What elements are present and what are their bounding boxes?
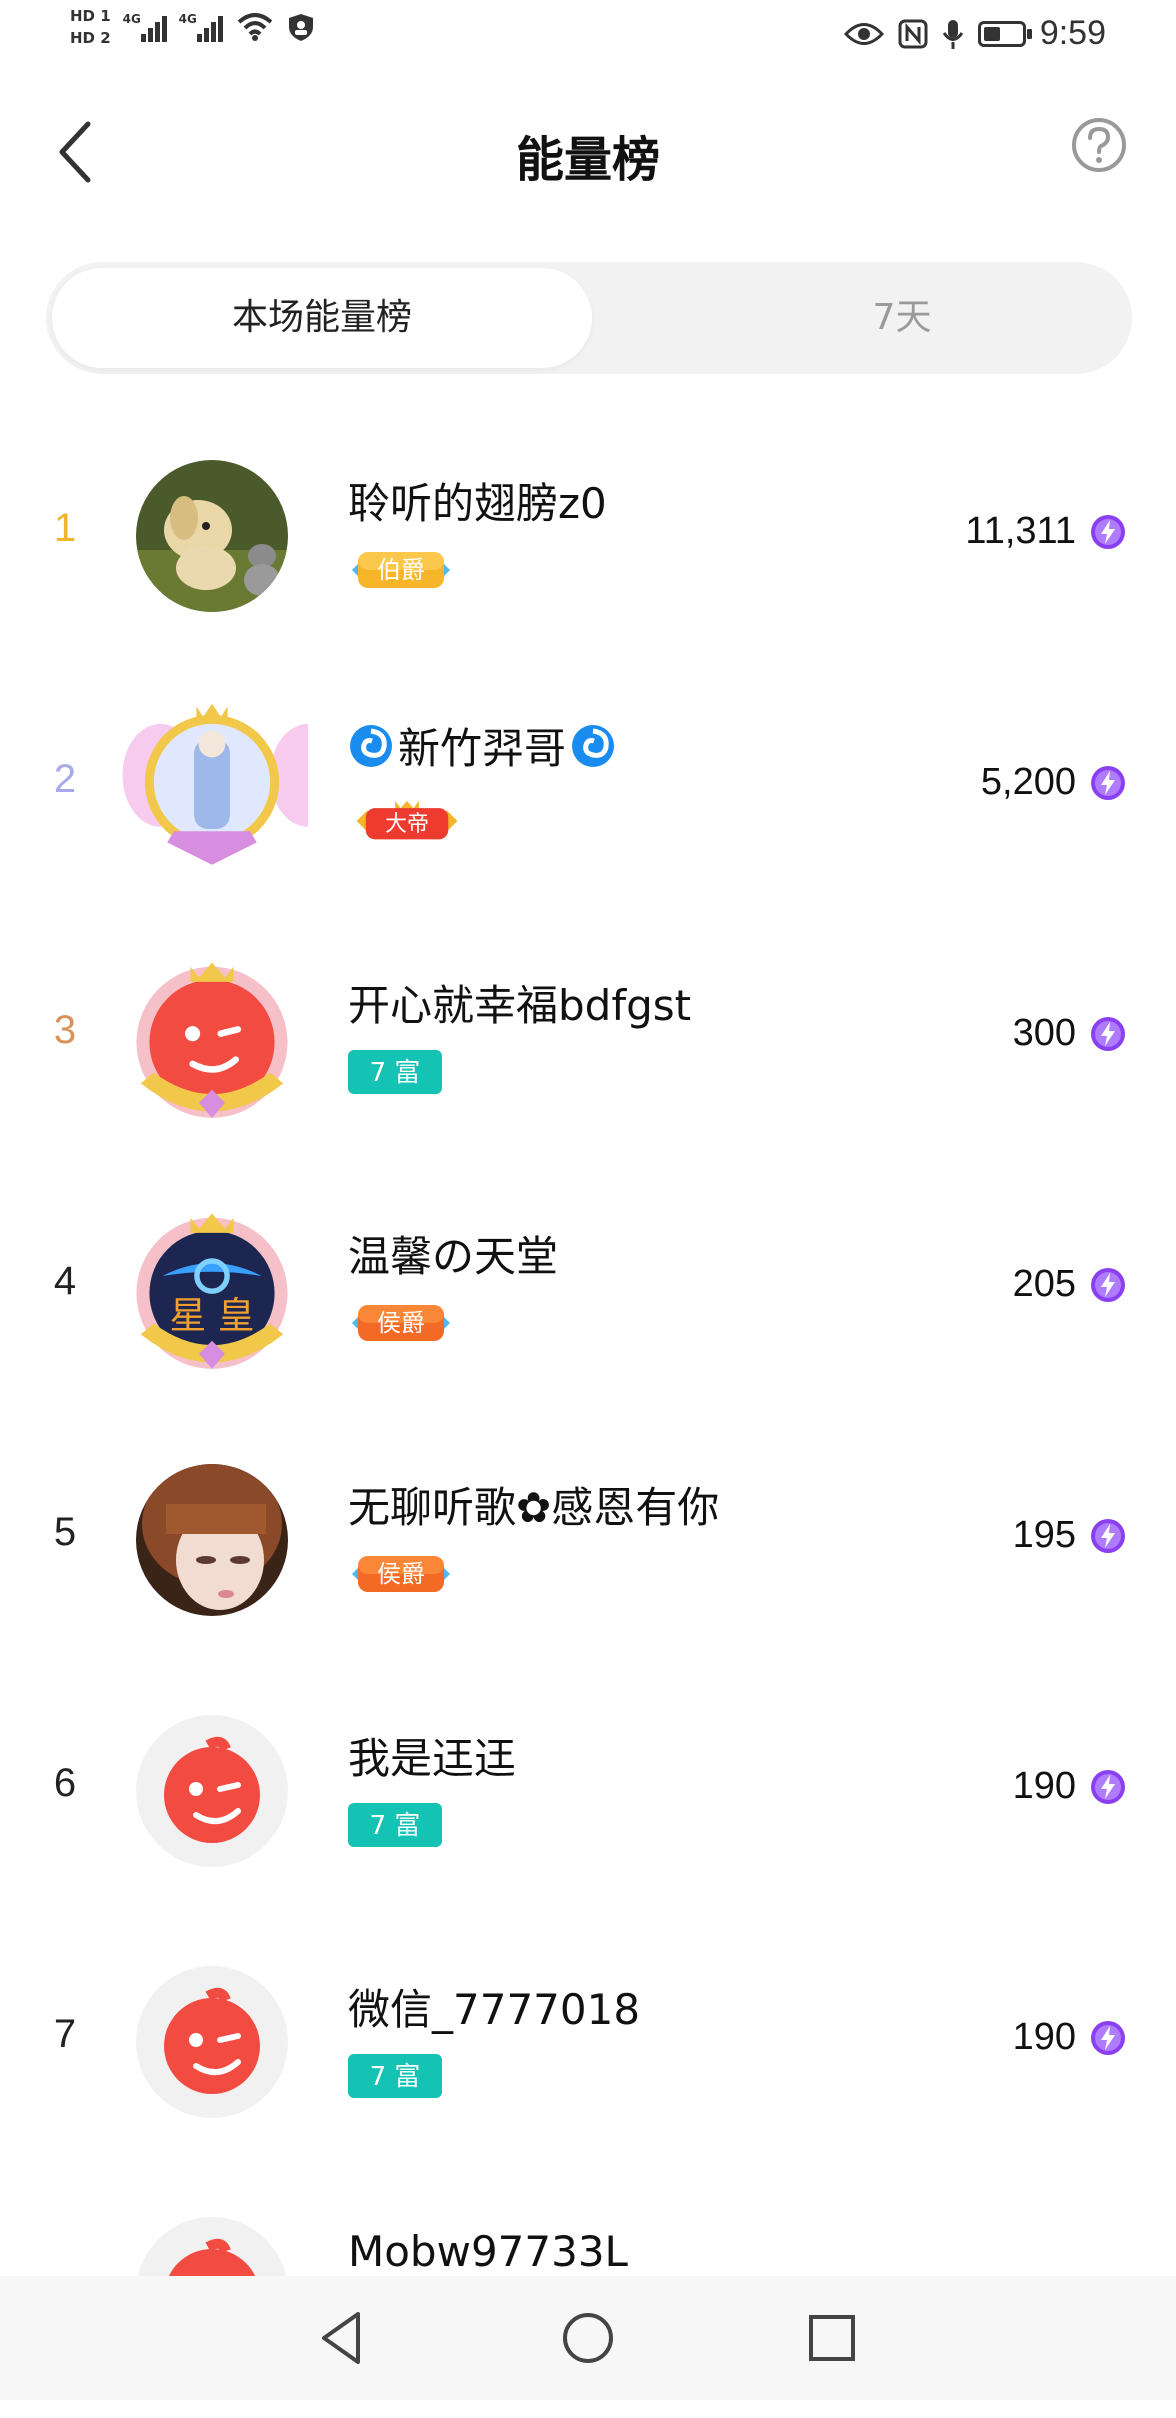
user-name: 聆听的翅膀z0 [348, 479, 607, 528]
user-name: 我是迋迋 [348, 1734, 517, 1783]
status-left: HD 1 HD 2 4G 4G [70, 8, 315, 46]
circle-home-icon [563, 2313, 613, 2363]
lightning-bolt-icon [1091, 1268, 1125, 1302]
wifi-icon [237, 13, 272, 41]
avatar[interactable] [136, 1464, 288, 1616]
rank-number: 7 [53, 2012, 77, 2056]
avatar[interactable] [136, 1715, 288, 1867]
status-bar: HD 1 HD 2 4G 4G 9:59 [0, 0, 1176, 72]
nav-home-button[interactable] [556, 2306, 620, 2370]
energy-score: 300 [1012, 1012, 1076, 1054]
rank-number: 2 [53, 757, 77, 801]
avatar[interactable] [116, 697, 308, 867]
badge-label: 大帝 [385, 812, 429, 837]
rank-badge: 伯爵 [352, 552, 450, 588]
header-bar: 能量榜 [0, 72, 1176, 224]
rank-badge: 侯爵 [352, 1556, 450, 1592]
hd-indicators: HD 1 HD 2 [70, 8, 111, 46]
rank-number: 1 [53, 506, 77, 550]
question-circle-icon [1072, 118, 1126, 172]
tab-7-days[interactable]: 7天 [632, 268, 1172, 368]
signal-icon: 4G [179, 12, 223, 42]
leaderboard-tabs: 本场能量榜 7天 [46, 262, 1132, 374]
network-type: 4G [122, 12, 141, 26]
user-name: 微信_7777018 [348, 1985, 641, 2034]
swirl-icon [350, 724, 392, 767]
nfc-icon [898, 19, 928, 48]
leaderboard-row[interactable]: 3 开心就幸福bdfgst 7 富 300 [0, 912, 1176, 1163]
lightning-bolt-icon [1091, 515, 1125, 549]
rank-badge: 大帝 [356, 800, 458, 840]
leaderboard-row[interactable]: 7 微信_7777018 7 富 190 [0, 1916, 1176, 2167]
rank-number: 3 [53, 1008, 77, 1052]
lightning-bolt-icon [1091, 766, 1125, 800]
avatar[interactable]: 星 皇 [130, 1203, 294, 1375]
help-button[interactable] [1070, 116, 1128, 174]
energy-score: 5,200 [980, 761, 1076, 803]
rank-number: 4 [53, 1259, 77, 1303]
network-type: 4G [178, 12, 197, 26]
lightning-bolt-icon [1091, 2021, 1125, 2055]
avatar[interactable] [130, 952, 294, 1124]
user-name-text: 新竹羿哥 [398, 724, 567, 773]
lightning-bolt-icon [1091, 1770, 1125, 1804]
clock: 9:59 [1039, 14, 1106, 52]
energy-score: 190 [1012, 1765, 1076, 1807]
leaderboard-row[interactable]: 5 无聊听歌✿感恩有你 侯爵 195 [0, 1414, 1176, 1665]
energy-score: 195 [1012, 1514, 1076, 1556]
badge-label: 7 富 [370, 1058, 421, 1088]
battery-level [983, 26, 1000, 41]
energy-score: 190 [1012, 2016, 1076, 2058]
lightning-bolt-icon [1091, 1017, 1125, 1051]
system-nav-bar [0, 2276, 1176, 2400]
leaderboard-row[interactable]: 4 星 皇 温馨の天堂 侯爵 205 [0, 1163, 1176, 1414]
avatar[interactable] [136, 460, 288, 612]
page-title: 能量榜 [515, 132, 660, 188]
user-name: 无聊听歌✿感恩有你 [348, 1483, 720, 1532]
leaderboard-row[interactable]: 2 新竹羿哥 大帝 5,200 [0, 661, 1176, 912]
user-name: 开心就幸福bdfgst [348, 981, 692, 1030]
shield-icon [288, 14, 313, 41]
rank-badge: 侯爵 [352, 1305, 450, 1341]
badge-label: 伯爵 [377, 556, 425, 584]
rank-badge: 7 富 [348, 2054, 442, 2098]
rank-badge: 7 富 [348, 1050, 442, 1094]
hd1-indicator: HD 1 [70, 7, 111, 25]
user-name: 新竹羿哥 [348, 715, 616, 776]
leaderboard-row[interactable]: 6 我是迋迋 7 富 190 [0, 1665, 1176, 1916]
swirl-icon [572, 724, 615, 767]
square-recent-icon [809, 2315, 855, 2361]
badge-label: 7 富 [370, 1811, 421, 1841]
triangle-back-icon [322, 2312, 360, 2364]
rank-number: 6 [53, 1761, 77, 1805]
badge-label: 7 富 [370, 2062, 421, 2092]
microphone-icon [942, 19, 964, 49]
battery-icon [977, 20, 1032, 47]
status-right: 9:59 [843, 14, 1106, 53]
nav-back-button[interactable] [310, 2306, 374, 2370]
badge-label: 侯爵 [377, 1560, 425, 1588]
tab-current-session[interactable]: 本场能量榜 [52, 268, 592, 368]
badge-label: 侯爵 [377, 1309, 425, 1337]
leaderboard-row[interactable]: 1 聆听的翅膀z0 伯爵 11,311 [0, 410, 1176, 661]
svg-text:星 皇: 星 皇 [169, 1294, 254, 1337]
user-name: Mobw97733L [348, 2227, 628, 2276]
signal-icon: 4G [123, 12, 167, 42]
user-name: 温馨の天堂 [348, 1232, 559, 1281]
energy-score: 11,311 [965, 510, 1076, 552]
rank-badge: 7 富 [348, 1803, 442, 1847]
rank-number: 5 [53, 1510, 77, 1554]
nav-recent-button[interactable] [800, 2306, 864, 2370]
energy-score: 205 [1012, 1263, 1076, 1305]
eye-icon [843, 22, 884, 45]
avatar[interactable] [136, 1966, 288, 2118]
hd2-indicator: HD 2 [70, 29, 111, 47]
lightning-bolt-icon [1091, 1519, 1125, 1553]
